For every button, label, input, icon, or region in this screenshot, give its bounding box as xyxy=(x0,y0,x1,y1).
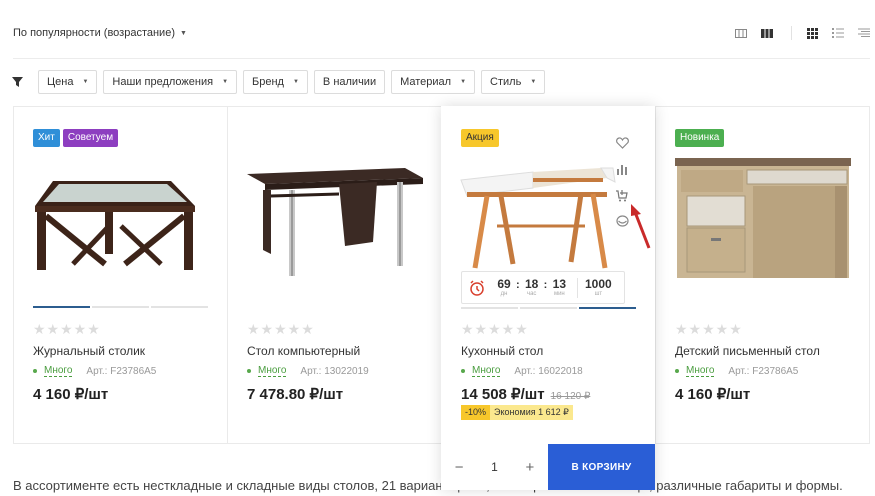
view-grid-large-icon[interactable] xyxy=(761,27,773,39)
product-image[interactable] xyxy=(13,146,227,286)
chevron-down-icon: ▼ xyxy=(530,79,537,85)
stock-dot xyxy=(33,369,37,373)
stock-info: Много Арт.: F23786A5 xyxy=(33,365,156,377)
stock-dot xyxy=(461,369,465,373)
price: 7 478.80 ₽/шт xyxy=(247,386,344,403)
price: 14 508 ₽/шт 16 120 ₽ xyxy=(461,385,590,403)
quantity-value[interactable]: 1 xyxy=(491,460,498,474)
tile-view-icon[interactable] xyxy=(806,27,818,39)
product-name[interactable]: Стол компьютерный xyxy=(247,344,360,358)
rating-stars: ★★★★★ xyxy=(675,321,743,337)
stock-status: Много xyxy=(44,365,73,377)
product-image[interactable] xyxy=(655,146,869,286)
filter-material[interactable]: Материал ▼ xyxy=(391,70,476,94)
stock-dot xyxy=(247,369,251,373)
chevron-down-icon: ▼ xyxy=(179,29,187,37)
stock-status: Много xyxy=(258,365,287,377)
view-toggles xyxy=(721,26,870,40)
stock-info: Много Арт.: F23786A5 xyxy=(675,365,798,377)
chevron-down-icon: ▼ xyxy=(82,79,89,85)
article: Арт.: 16022018 xyxy=(514,365,583,377)
stock-status: Много xyxy=(472,365,501,377)
stock-info: Много Арт.: 16022018 xyxy=(461,365,583,377)
timer-hours: 18 час xyxy=(524,276,539,297)
stock-info: Много Арт.: 13022019 xyxy=(247,365,369,377)
badge-recommend: Советуем xyxy=(62,129,119,147)
filter-brand[interactable]: Бренд ▼ xyxy=(243,70,308,94)
add-to-cart-button[interactable]: В КОРЗИНУ xyxy=(548,444,655,490)
filter-bar: Цена ▼ Наши предложения ▼ Бренд ▼ В наличии… xyxy=(38,70,546,94)
economy-amount: Экономия 1 612 ₽ xyxy=(490,405,573,420)
timer-quantity: 1000 шт xyxy=(584,276,612,297)
badge-hit: Хит xyxy=(33,129,60,147)
chevron-down-icon: ▼ xyxy=(460,79,467,85)
price: 4 160 ₽/шт xyxy=(33,386,109,403)
quantity-stepper[interactable]: − 1 + xyxy=(441,444,548,490)
stock-dot xyxy=(675,369,679,373)
filter-style[interactable]: Стиль ▼ xyxy=(481,70,546,94)
current-price: 14 508 ₽/шт xyxy=(461,386,545,403)
image-pager[interactable] xyxy=(33,306,208,308)
rating-stars: ★★★★★ xyxy=(33,321,101,337)
increase-button[interactable]: + xyxy=(525,459,534,476)
badges: Новинка xyxy=(675,129,725,147)
article: Арт.: F23786A5 xyxy=(728,365,799,377)
list-view-icon[interactable] xyxy=(832,27,844,39)
price: 4 160 ₽/шт xyxy=(675,386,751,403)
rating-stars: ★★★★★ xyxy=(461,321,529,337)
stock-status: Много xyxy=(686,365,715,377)
article: Арт.: F23786A5 xyxy=(86,365,157,377)
badges: Хит Советуем xyxy=(33,129,119,147)
discount-info: -10% Экономия 1 612 ₽ xyxy=(461,405,573,420)
timer-minutes: 13 мин xyxy=(552,276,567,297)
product-card-active[interactable]: Акция 69 дн : 18 час: 13 мин 1000 шт ★★… xyxy=(441,106,655,490)
sort-dropdown[interactable]: По популярности (возрастание) ▼ xyxy=(13,27,187,39)
old-price: 16 120 ₽ xyxy=(550,391,591,402)
product-name[interactable]: Кухонный стол xyxy=(461,344,543,358)
filter-price[interactable]: Цена ▼ xyxy=(38,70,98,94)
article: Арт.: 13022019 xyxy=(300,365,369,377)
badge-new: Новинка xyxy=(675,129,725,147)
product-name[interactable]: Детский письменный стол xyxy=(675,344,820,358)
countdown-timer: 69 дн : 18 час : 13 мин 1000 шт xyxy=(461,271,625,304)
divider xyxy=(13,58,870,59)
badge-sale: Акция xyxy=(461,129,499,147)
filter-offers[interactable]: Наши предложения ▼ xyxy=(103,70,238,94)
clock-icon xyxy=(462,279,492,296)
chevron-down-icon: ▼ xyxy=(222,79,229,85)
view-grid-small-icon[interactable] xyxy=(735,27,747,39)
divider xyxy=(791,26,792,40)
category-description: В ассортименте есть несткладные и складн… xyxy=(13,478,843,493)
filter-icon[interactable] xyxy=(12,74,23,92)
product-name[interactable]: Журнальный столик xyxy=(33,344,145,358)
badges: Акция xyxy=(461,129,499,147)
product-image[interactable] xyxy=(441,146,655,286)
chevron-down-icon: ▼ xyxy=(292,79,299,85)
image-pager[interactable] xyxy=(461,307,636,309)
filter-in-stock[interactable]: В наличии xyxy=(313,70,386,94)
table-view-icon[interactable] xyxy=(858,27,870,39)
decrease-button[interactable]: − xyxy=(455,459,464,476)
sort-label: По популярности (возрастание) xyxy=(13,27,175,39)
discount-percent: -10% xyxy=(461,405,491,420)
rating-stars: ★★★★★ xyxy=(247,321,315,337)
timer-days: 69 дн xyxy=(497,276,511,297)
product-image[interactable] xyxy=(227,146,441,286)
